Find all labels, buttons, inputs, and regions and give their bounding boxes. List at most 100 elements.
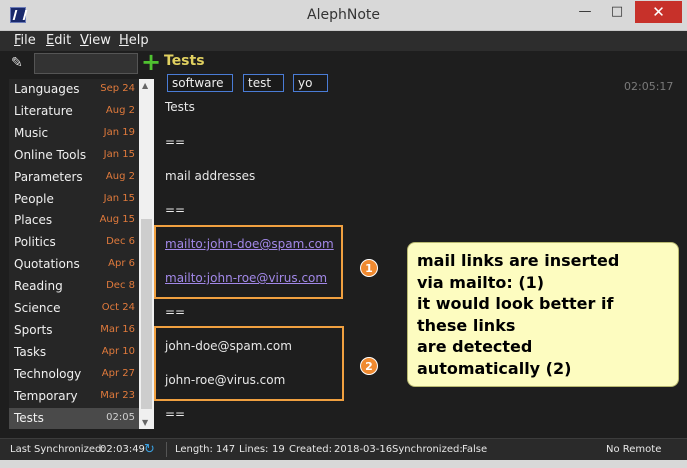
callout-line: automatically (2) [417, 358, 572, 378]
note-title[interactable]: Tests [164, 53, 205, 69]
note-list-item-title: Temporary [14, 388, 78, 403]
editor-line: == [165, 305, 186, 319]
annotation-callout: mail links are inserted via mailto: (1) … [407, 242, 679, 387]
sync-icon[interactable]: ↻ [144, 442, 155, 457]
length-label: Length: [175, 444, 213, 455]
note-list-item[interactable]: Online Tools Jan 15 [9, 145, 139, 167]
note-list-item-title: Places [14, 213, 53, 228]
note-list-item-title: Technology [14, 366, 82, 381]
add-note-button[interactable]: + [141, 50, 161, 74]
annotation-box-mailto [154, 225, 343, 299]
note-list-item[interactable]: Politics Dec 6 [9, 232, 139, 254]
note-list-item-date: Dec 6 [106, 236, 135, 248]
note-list-item[interactable]: Languages Sep 24 [9, 79, 139, 101]
note-list-item-date: Aug 2 [105, 104, 135, 116]
note-list-item-date: Jan 15 [103, 192, 135, 204]
editor-line: == [165, 407, 186, 421]
note-list: Languages Sep 24 Literature Aug 2 Music Jan 1… [9, 79, 139, 429]
note-list-item[interactable]: Sports Mar 16 [9, 320, 139, 342]
note-list-item-date: Jan 15 [103, 148, 135, 160]
note-modified-time: 02:05:17 [624, 80, 674, 93]
note-list-item-title: Reading [14, 279, 63, 294]
scroll-up-icon[interactable]: ▲ [142, 81, 148, 90]
lines-value: 19 [272, 444, 285, 455]
note-list-item-date: Jan 19 [103, 126, 135, 138]
note-list-item[interactable]: Tests 02:05 [9, 407, 139, 429]
status-divider [166, 442, 167, 457]
search-input[interactable] [34, 53, 138, 74]
note-list-item-title: Politics [14, 235, 56, 250]
note-list-item-date: Mar 16 [100, 323, 135, 335]
note-list-item[interactable]: Reading Dec 8 [9, 276, 139, 298]
menu-view[interactable]: View [80, 33, 111, 48]
note-list-item-date: Apr 6 [108, 258, 135, 270]
callout-line: mail links are inserted [417, 251, 620, 270]
note-list-item-date: Aug 2 [105, 170, 135, 182]
menu-bar: File Edit View Help [0, 31, 687, 51]
annotation-box-plain [154, 326, 344, 401]
note-list-item-date: Oct 24 [101, 302, 135, 313]
minimize-button[interactable]: — [570, 1, 600, 23]
note-list-item-title: Languages [14, 82, 80, 96]
note-list-item[interactable]: Places Aug 15 [9, 210, 139, 232]
window-frame-bottom [0, 460, 687, 468]
remote-status: No Remote [606, 444, 662, 455]
lines-label: Lines: [239, 444, 269, 455]
last-sync-value: 02:03:49 [100, 444, 145, 455]
synchronized-label: Synchronized: [392, 444, 463, 455]
note-list-item-title: Parameters [14, 169, 83, 184]
created-label: Created: [289, 444, 332, 455]
note-list-item[interactable]: Science Oct 24 [9, 298, 139, 320]
callout-line: are detected [417, 337, 533, 356]
annotation-number-2: 2 [360, 357, 378, 375]
editor-line: mail addresses [165, 169, 256, 183]
note-list-item-title: Music [14, 125, 49, 140]
note-list-item-date: Dec 8 [106, 280, 135, 292]
note-list-scrollbar[interactable]: ▲ ▼ [139, 79, 154, 429]
note-list-item-date: Mar 23 [100, 389, 135, 401]
scroll-down-icon[interactable]: ▼ [142, 418, 148, 427]
note-list-item-date: Apr 10 [101, 345, 135, 357]
tag-software[interactable]: software [167, 74, 233, 92]
note-list-item[interactable]: Temporary Mar 23 [9, 386, 139, 408]
created-value: 2018-03-16 [334, 444, 393, 455]
annotation-number-1: 1 [360, 259, 378, 277]
note-list-item-title: Online Tools [14, 147, 87, 162]
note-list-item[interactable]: Parameters Aug 2 [9, 167, 139, 189]
callout-line: these links [417, 315, 516, 335]
menu-help[interactable]: Help [119, 33, 149, 48]
note-list-item[interactable]: Technology Apr 27 [9, 364, 139, 386]
callout-line: it would look better if [417, 294, 614, 313]
close-button[interactable]: ✕ [635, 1, 682, 23]
editor-line: Tests [165, 100, 195, 114]
note-list-item-date: Apr 27 [101, 367, 135, 379]
note-list-item[interactable]: Quotations Apr 6 [9, 254, 139, 276]
note-list-item[interactable]: Tasks Apr 10 [9, 342, 139, 364]
editor-line: == [165, 135, 186, 149]
callout-line: via mailto: (1) [417, 272, 545, 292]
note-list-item[interactable]: Literature Aug 2 [9, 101, 139, 123]
editor-line: == [165, 203, 186, 217]
status-bar: Last Synchronized: 02:03:49 ↻ Length: 14… [0, 438, 687, 460]
tag-filter-icon[interactable]: ✎ [11, 55, 29, 73]
menu-edit[interactable]: Edit [46, 33, 71, 48]
note-list-item[interactable]: People Jan 15 [9, 189, 139, 211]
note-list-item[interactable]: Music Jan 19 [9, 123, 139, 145]
last-sync-label: Last Synchronized: [10, 444, 105, 455]
note-list-item-title: Tasks [14, 344, 47, 359]
tag-test[interactable]: test [243, 74, 284, 92]
note-list-item-title: Science [14, 301, 61, 315]
note-list-item-title: Literature [14, 103, 73, 118]
note-list-item-date: 02:05 [106, 411, 135, 423]
tag-yo[interactable]: yo [293, 74, 328, 92]
length-value: 147 [216, 444, 236, 455]
scroll-thumb[interactable] [141, 219, 152, 409]
note-list-item-title: Sports [14, 322, 53, 337]
synchronized-value: False [462, 444, 488, 455]
menu-file[interactable]: File [14, 33, 36, 48]
note-list-item-title: Quotations [14, 257, 80, 272]
maximize-button[interactable]: □ [602, 1, 632, 23]
note-list-item-title: Tests [14, 410, 44, 425]
note-list-item-date: Aug 15 [99, 214, 135, 226]
note-list-item-title: People [14, 191, 54, 206]
